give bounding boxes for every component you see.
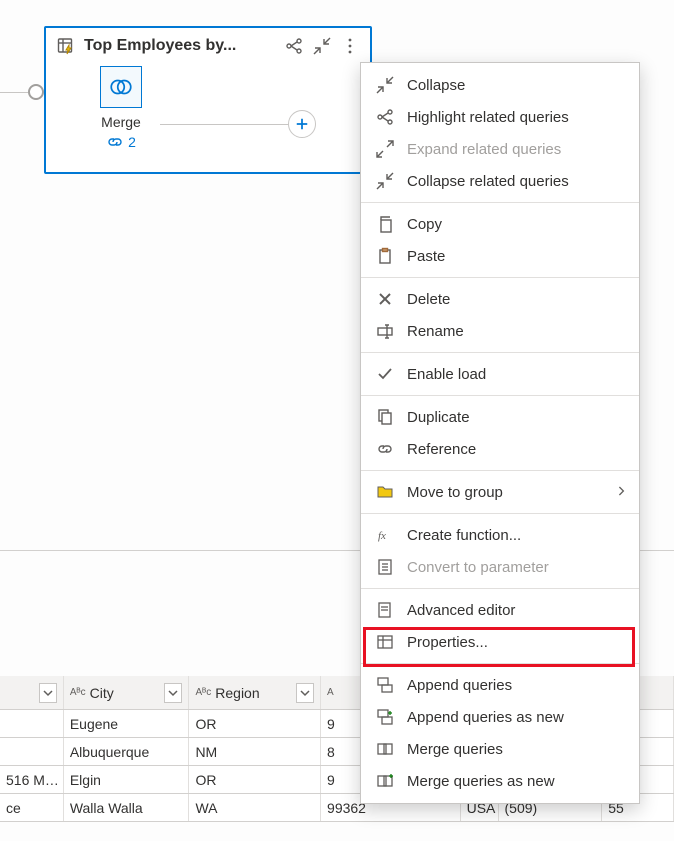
merge-new-icon — [375, 771, 395, 791]
append-icon — [375, 675, 395, 695]
menu-move-to-group[interactable]: Move to group — [361, 476, 639, 508]
column-label: City — [90, 685, 114, 701]
menu-merge-queries-as-new[interactable]: Merge queries as new — [361, 765, 639, 797]
expand-icon — [375, 139, 395, 159]
cell: OR — [189, 710, 321, 737]
more-vertical-icon[interactable] — [340, 36, 360, 56]
highlight-related-icon — [375, 107, 395, 127]
node-title: Top Employees by... — [84, 37, 276, 55]
cell: 516 M… — [0, 766, 64, 793]
menu-separator — [361, 352, 639, 353]
svg-text:fx: fx — [378, 530, 386, 542]
merge-step-label: Merge — [101, 114, 141, 130]
edge — [0, 92, 28, 93]
cell: Elgin — [64, 766, 190, 793]
node-body: Merge 2 — [46, 62, 370, 154]
append-new-icon — [375, 707, 395, 727]
check-icon — [375, 364, 395, 384]
function-icon: fx — [375, 525, 395, 545]
type-text-icon: Aᴮᴄ — [195, 687, 211, 698]
add-step-button[interactable] — [288, 110, 316, 138]
collapse-icon — [375, 171, 395, 191]
cell: WA — [189, 794, 321, 821]
menu-advanced-editor[interactable]: Advanced editor — [361, 594, 639, 626]
merge-icon — [375, 739, 395, 759]
menu-merge-queries[interactable]: Merge queries — [361, 733, 639, 765]
linked-count-value: 2 — [128, 134, 136, 150]
menu-convert-to-parameter: Convert to parameter — [361, 551, 639, 583]
menu-expand-related: Expand related queries — [361, 133, 639, 165]
menu-separator — [361, 513, 639, 514]
context-menu: Collapse Highlight related queries Expan… — [360, 62, 640, 804]
column-header-city[interactable]: Aᴮᴄ City — [64, 676, 190, 709]
linked-count[interactable]: 2 — [106, 134, 136, 150]
input-port[interactable] — [28, 84, 44, 100]
column-label: Region — [215, 685, 259, 701]
menu-collapse-related[interactable]: Collapse related queries — [361, 165, 639, 197]
delete-icon — [375, 289, 395, 309]
properties-icon — [375, 632, 395, 652]
menu-separator — [361, 588, 639, 589]
node-header: Top Employees by... — [46, 28, 370, 62]
menu-separator — [361, 470, 639, 471]
menu-append-queries-as-new[interactable]: Append queries as new — [361, 701, 639, 733]
query-node-card[interactable]: Top Employees by... — [44, 26, 372, 174]
menu-copy[interactable]: Copy — [361, 208, 639, 240]
menu-rename[interactable]: Rename — [361, 315, 639, 347]
menu-paste[interactable]: Paste — [361, 240, 639, 272]
menu-reference[interactable]: Reference — [361, 433, 639, 465]
menu-create-function[interactable]: fx Create function... — [361, 519, 639, 551]
reference-icon — [375, 439, 395, 459]
filter-dropdown-icon[interactable] — [296, 683, 314, 703]
paste-icon — [375, 246, 395, 266]
cell — [0, 738, 64, 765]
menu-separator — [361, 202, 639, 203]
menu-separator — [361, 663, 639, 664]
cell: NM — [189, 738, 321, 765]
merge-step[interactable]: Merge 2 — [100, 66, 142, 150]
menu-append-queries[interactable]: Append queries — [361, 669, 639, 701]
cell: Walla Walla — [64, 794, 190, 821]
menu-highlight-related[interactable]: Highlight related queries — [361, 101, 639, 133]
menu-collapse[interactable]: Collapse — [361, 69, 639, 101]
merge-step-tile[interactable] — [100, 66, 142, 108]
column-header-region[interactable]: Aᴮᴄ Region — [189, 676, 321, 709]
cell — [0, 710, 64, 737]
table-lightning-icon — [56, 36, 76, 56]
type-text-icon: Aᴮᴄ — [70, 687, 86, 698]
menu-delete[interactable]: Delete — [361, 283, 639, 315]
cell: Eugene — [64, 710, 190, 737]
menu-enable-load[interactable]: Enable load — [361, 358, 639, 390]
menu-separator — [361, 395, 639, 396]
column-header-prev[interactable] — [0, 676, 64, 709]
advanced-editor-icon — [375, 600, 395, 620]
folder-icon — [375, 482, 395, 502]
filter-dropdown-icon[interactable] — [164, 683, 182, 703]
filter-dropdown-icon[interactable] — [39, 683, 57, 703]
copy-icon — [375, 214, 395, 234]
type-text-icon: A — [327, 687, 334, 698]
chevron-right-icon — [617, 484, 625, 501]
duplicate-icon — [375, 407, 395, 427]
step-connector — [160, 124, 290, 125]
cell: ce — [0, 794, 64, 821]
menu-properties[interactable]: Properties... — [361, 626, 639, 658]
menu-separator — [361, 277, 639, 278]
highlight-related-icon[interactable] — [284, 36, 304, 56]
collapse-icon — [375, 75, 395, 95]
cell: Albuquerque — [64, 738, 190, 765]
parameter-icon — [375, 557, 395, 577]
cell: OR — [189, 766, 321, 793]
collapse-icon[interactable] — [312, 36, 332, 56]
menu-duplicate[interactable]: Duplicate — [361, 401, 639, 433]
rename-icon — [375, 321, 395, 341]
